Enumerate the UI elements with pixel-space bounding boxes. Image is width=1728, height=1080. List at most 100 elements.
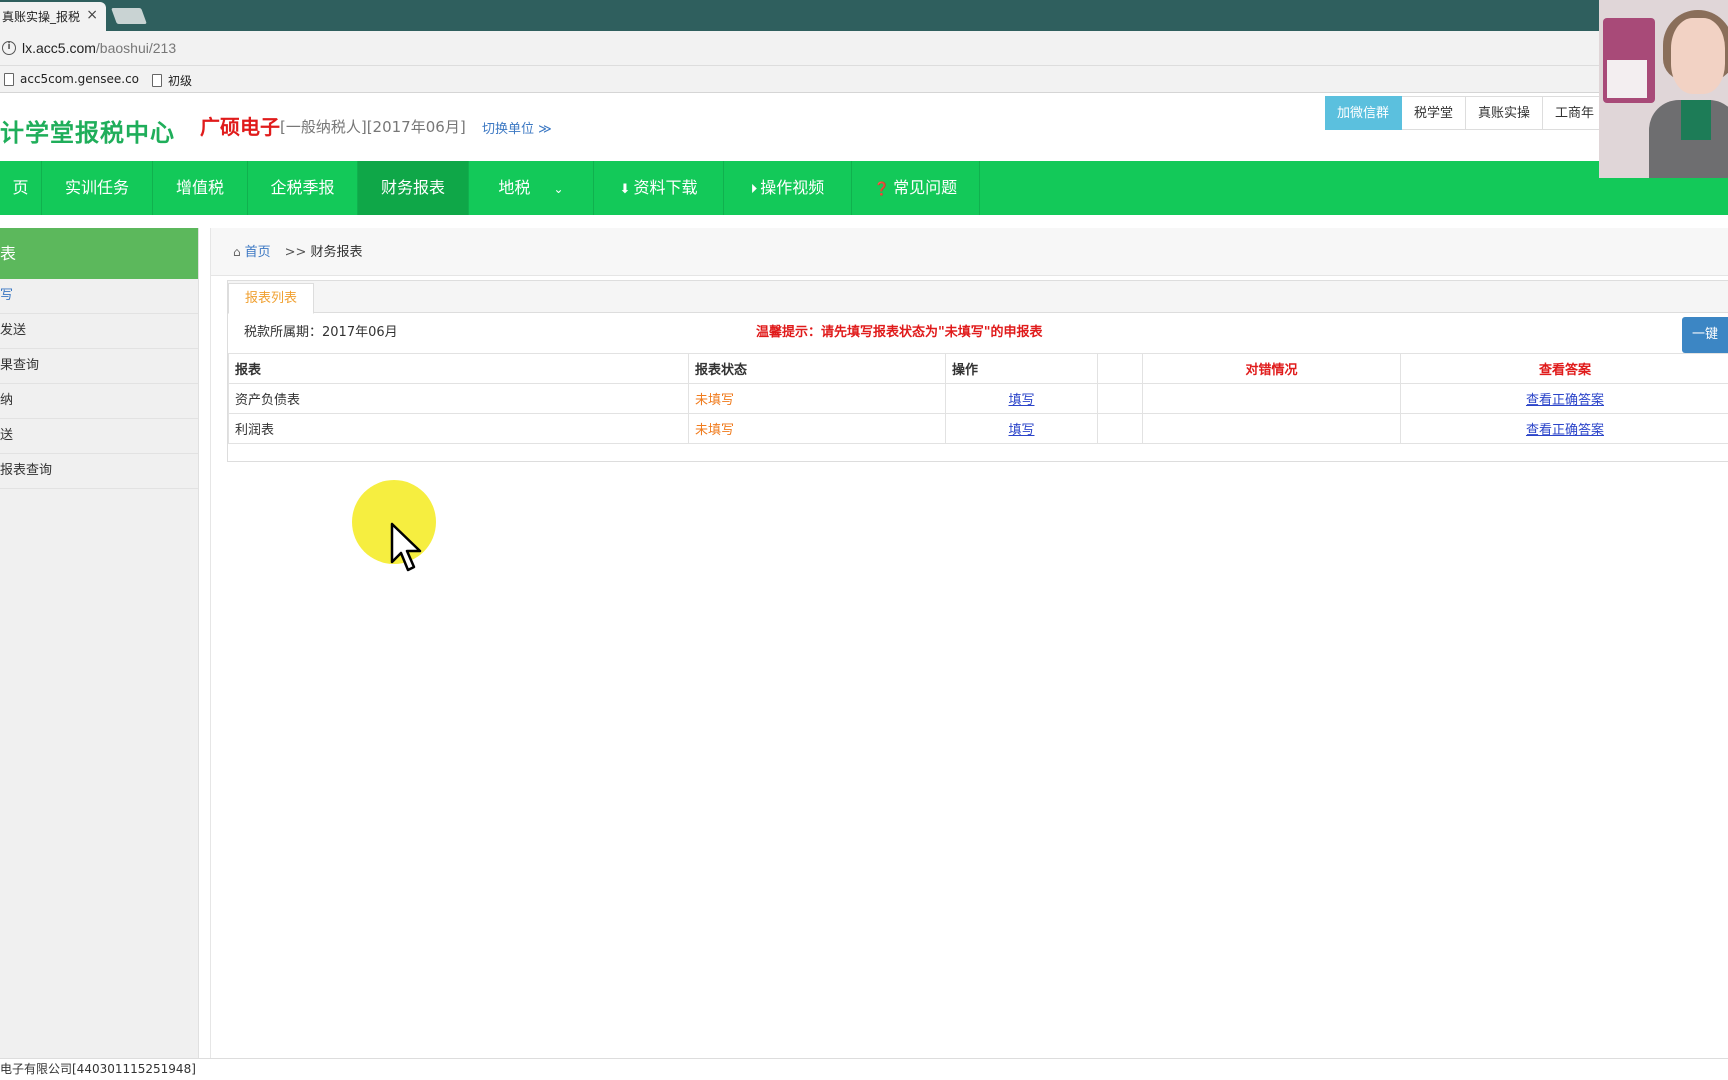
column-header: 对错情况 (1142, 353, 1401, 384)
company-name: 广硕电子 (200, 115, 280, 139)
panel-tabs: 报表列表 (228, 281, 1728, 314)
tax-school-link[interactable]: 税学堂 (1402, 96, 1467, 130)
nav-label: 操作视频 (760, 178, 825, 197)
sidebar-item[interactable]: 写 (0, 279, 198, 314)
nav-label: 财务报表 (380, 178, 445, 197)
result-cell (1142, 383, 1401, 414)
column-header (1097, 353, 1143, 384)
top-links: 加微信群 税学堂 真账实操 工商年 (1325, 96, 1608, 130)
column-header: 报表状态 (688, 353, 946, 384)
nav-item-downloads[interactable]: ⬇ 资料下载 (594, 161, 724, 215)
mouse-cursor-icon (390, 522, 422, 572)
real-practice-link[interactable]: 真账实操 (1466, 96, 1544, 130)
site-header: 计学堂报税中心 广硕电子 [一般纳税人][2017年06月] 切换单位 ≫ 加微… (0, 93, 1728, 161)
browser-tab[interactable]: 真账实操_报税 × (0, 2, 106, 31)
sidebar-item[interactable]: 报表查询 (0, 454, 198, 489)
browser-tab-title: 真账实操_报税 (2, 10, 81, 24)
one-click-button[interactable]: 一键 (1682, 317, 1728, 353)
fill-link[interactable]: 填写 (1008, 423, 1034, 438)
sidebar-item[interactable]: 送 (0, 419, 198, 454)
info-icon[interactable]: i (2, 41, 16, 55)
column-header: 报表 (228, 353, 689, 384)
bookmark-item[interactable]: acc5com.gensee.co (4, 72, 139, 86)
play-circle-icon: ⏵ (750, 182, 758, 197)
company-meta: [一般纳税人][2017年06月] (280, 118, 466, 136)
nav-label: 实训任务 (64, 178, 129, 197)
site-logo[interactable]: 计学堂报税中心 (0, 113, 175, 148)
breadcrumb-current: 财务报表 (310, 245, 363, 260)
bookmark-item[interactable]: 初级 (152, 72, 192, 89)
webcam-person-collar (1681, 100, 1711, 140)
main-content: ⌂ 首页 >> 财务报表 报表列表 税款所属期：2017年06月 温馨提示：请先填写报… (210, 228, 1728, 1058)
table-header-row: 报表 报表状态 操作 对错情况 查看答案 (228, 353, 1728, 384)
fill-link[interactable]: 填写 (1008, 393, 1034, 408)
sidebar-item[interactable]: 纳 (0, 384, 198, 419)
page-icon (152, 74, 162, 87)
nav-item-faq[interactable]: ❓ 常见问题 (852, 161, 980, 215)
business-annual-link[interactable]: 工商年 (1543, 96, 1608, 130)
nav-item-vat[interactable]: 增值税 (153, 161, 248, 215)
url-host: lx.acc5.com (22, 40, 96, 56)
extra-cell (1097, 383, 1143, 414)
switch-unit-link[interactable]: 切换单位 ≫ (482, 118, 552, 137)
webcam-overlay (1599, 0, 1728, 178)
address-bar[interactable]: i lx.acc5.com/baoshui/213 (0, 31, 1728, 66)
bookmark-label: 初级 (168, 74, 193, 88)
tax-period: 税款所属期：2017年06月 (244, 325, 398, 340)
answer-cell: 查看正确答案 (1400, 413, 1728, 444)
breadcrumb-separator: >> (284, 245, 307, 260)
nav-label: 资料下载 (633, 178, 698, 197)
nav-label: 企税季报 (270, 178, 335, 197)
main-nav: 页 实训任务 增值税 企税季报 财务报表 地税 ⌄ ⬇ 资料下载 ⏵ 操作视频 ❓ 常… (0, 161, 1728, 215)
nav-label: 页 (12, 178, 29, 197)
nav-item-corp-tax[interactable]: 企税季报 (248, 161, 358, 215)
breadcrumb-home-link[interactable]: 首页 (245, 245, 271, 260)
view-answer-link[interactable]: 查看正确答案 (1526, 393, 1604, 408)
extra-cell (1097, 413, 1143, 444)
report-status: 未填写 (688, 383, 946, 414)
fill-cell: 填写 (945, 413, 1098, 444)
url-text[interactable]: lx.acc5.com/baoshui/213 (22, 40, 176, 56)
bookmarks-bar: acc5com.gensee.co 初级 (0, 66, 1728, 93)
webcam-shelf-inner (1607, 60, 1647, 98)
report-table: 报表 报表状态 操作 对错情况 查看答案 资产负债表 未填写 填写 查看正确答案 (228, 353, 1728, 444)
column-header: 查看答案 (1400, 353, 1728, 384)
nav-item-videos[interactable]: ⏵ 操作视频 (724, 161, 852, 215)
tab-report-list[interactable]: 报表列表 (228, 283, 315, 314)
url-path: /baoshui/213 (95, 40, 177, 56)
nav-label: 增值税 (175, 178, 224, 197)
breadcrumb: ⌂ 首页 >> 财务报表 (211, 228, 1728, 276)
page-icon (4, 72, 14, 86)
sidebar: 表 写 发送 果查询 纳 送 报表查询 (0, 228, 199, 1058)
question-circle-icon: ❓ (873, 182, 891, 197)
download-icon: ⬇ (619, 182, 631, 197)
sidebar-title: 表 (0, 228, 198, 279)
footer-company: 电子有限公司[440301115251948] (0, 1058, 1728, 1080)
report-name: 资产负债表 (228, 383, 689, 414)
warning-hint: 温馨提示：请先填写报表状态为"未填写"的申报表 (756, 325, 1043, 340)
nav-item-tasks[interactable]: 实训任务 (42, 161, 153, 215)
webcam-person-face (1671, 18, 1725, 94)
table-row: 利润表 未填写 填写 查看正确答案 (228, 413, 1728, 444)
join-group-button[interactable]: 加微信群 (1325, 96, 1403, 130)
sidebar-item[interactable]: 发送 (0, 314, 198, 349)
new-tab-button[interactable] (111, 8, 147, 24)
report-panel: 报表列表 税款所属期：2017年06月 温馨提示：请先填写报表状态为"未填写"的… (227, 280, 1728, 462)
nav-item-local-tax[interactable]: 地税 ⌄ (469, 161, 594, 215)
report-status: 未填写 (688, 413, 946, 444)
answer-cell: 查看正确答案 (1400, 383, 1728, 414)
close-icon[interactable]: × (86, 7, 98, 23)
bookmark-label: acc5com.gensee.co (20, 72, 140, 86)
sidebar-item[interactable]: 果查询 (0, 349, 198, 384)
nav-label: 常见问题 (893, 178, 958, 197)
nav-item-home[interactable]: 页 (0, 161, 42, 215)
table-row: 资产负债表 未填写 填写 查看正确答案 (228, 383, 1728, 414)
view-answer-link[interactable]: 查看正确答案 (1526, 423, 1604, 438)
nav-label: 地税 (498, 178, 531, 197)
chevron-down-icon: ⌄ (553, 182, 564, 196)
result-cell (1142, 413, 1401, 444)
nav-item-financial-reports[interactable]: 财务报表 (358, 161, 469, 215)
column-header: 操作 (945, 353, 1098, 384)
browser-tab-bar: 真账实操_报税 × (0, 0, 1728, 31)
home-icon: ⌂ (233, 245, 241, 259)
